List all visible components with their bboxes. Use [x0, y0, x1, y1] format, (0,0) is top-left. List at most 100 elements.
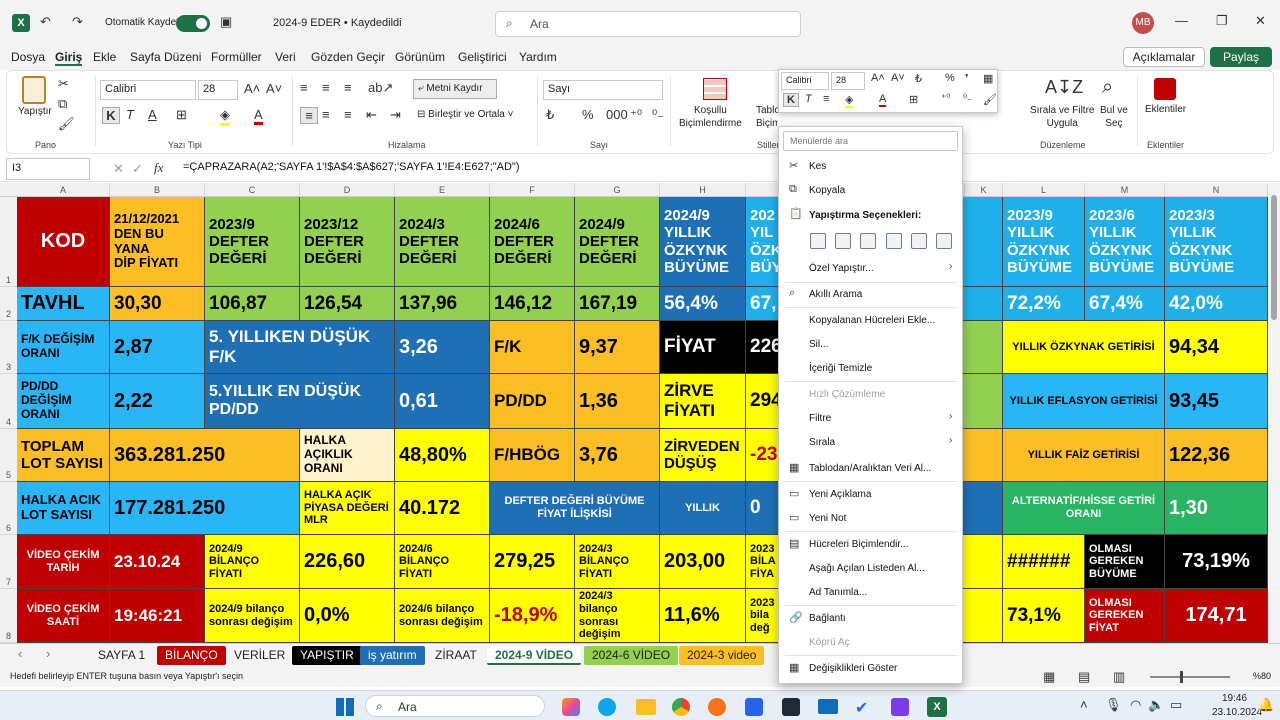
- row-header[interactable]: 3: [0, 321, 17, 374]
- menu-insert[interactable]: Ekle: [93, 50, 116, 64]
- menu-new-note[interactable]: Yeni Not: [809, 513, 846, 524]
- battery-icon[interactable]: ▭: [1170, 697, 1182, 713]
- comma-icon[interactable]: 000: [606, 107, 628, 122]
- row-header[interactable]: 1: [0, 197, 17, 287]
- cell[interactable]: TOPLAM LOT SAYISI: [17, 429, 110, 482]
- comma-icon[interactable]: ❜: [965, 72, 969, 85]
- column-header[interactable]: F: [490, 183, 575, 197]
- maximize-icon[interactable]: ❐: [1216, 13, 1228, 29]
- column-header[interactable]: D: [300, 183, 395, 197]
- paste-icon[interactable]: [22, 76, 46, 104]
- addins-icon[interactable]: [1154, 78, 1176, 100]
- copy-icon[interactable]: ⧉: [58, 96, 67, 112]
- column-header[interactable]: G: [575, 183, 660, 197]
- italic-icon[interactable]: T: [805, 93, 812, 105]
- cell[interactable]: HALKA AÇIK PİYASA DEĞERİ MLR: [300, 482, 395, 535]
- number-format-select[interactable]: Sayı: [543, 80, 663, 100]
- cell[interactable]: TAVHL: [17, 287, 110, 321]
- cell[interactable]: YILLIK FAİZ GETİRİSİ: [1003, 429, 1165, 482]
- cell[interactable]: 126,54: [300, 287, 395, 321]
- find-select-icon[interactable]: ⌕: [1102, 76, 1113, 99]
- zoom-level[interactable]: %80: [1253, 671, 1271, 681]
- shrink-font-icon[interactable]: A˅: [891, 72, 905, 84]
- undo-icon[interactable]: ↶: [40, 14, 51, 30]
- font-size-select[interactable]: 28: [198, 80, 238, 100]
- cell[interactable]: YILLIK ÖZKYNAK GETİRİSİ: [1003, 321, 1165, 374]
- cell[interactable]: 9,37: [575, 321, 660, 374]
- align-right-icon[interactable]: ≡: [344, 107, 352, 122]
- menu-pick-list[interactable]: Aşağı Açılan Listeden Al...: [809, 563, 925, 574]
- cell[interactable]: 3,76: [575, 429, 660, 482]
- row-header[interactable]: 4: [0, 374, 17, 429]
- format-as-table-button[interactable]: Tablo Biçimlendir: [756, 104, 778, 130]
- cell[interactable]: 3,26: [395, 321, 490, 374]
- cell[interactable]: 137,96: [395, 287, 490, 321]
- menu-delete[interactable]: Sil...: [809, 339, 828, 350]
- excel-taskbar-icon[interactable]: X: [927, 697, 947, 717]
- save-icon[interactable]: ▣: [220, 14, 232, 30]
- cell[interactable]: 2,22: [110, 374, 205, 429]
- sheet-tab[interactable]: VERİLER: [226, 646, 294, 665]
- menu-link[interactable]: Bağlantı: [809, 613, 846, 624]
- border-icon[interactable]: ⊞: [176, 107, 187, 123]
- merge-center-button[interactable]: ⊟ Birleştir ve Ortala ˅: [413, 107, 531, 125]
- search-box[interactable]: ⌕ Ara: [495, 11, 801, 37]
- column-header[interactable]: K: [965, 183, 1003, 197]
- redo-icon[interactable]: ↷: [72, 14, 83, 30]
- align-middle-icon[interactable]: ≡: [322, 80, 330, 95]
- mini-size-select[interactable]: 28: [831, 72, 865, 90]
- font-color-icon[interactable]: A: [254, 107, 263, 125]
- cell[interactable]: 2023/12 DEFTER DEĞERİ: [300, 197, 395, 287]
- align-center-icon[interactable]: ≡: [823, 93, 829, 105]
- bold-icon[interactable]: K: [783, 93, 799, 107]
- cell[interactable]: 21/12/2021 DEN BU YANA DİP FİYATI: [110, 197, 205, 287]
- fill-color-icon[interactable]: ◈: [845, 93, 854, 108]
- cell[interactable]: 73,1%: [1003, 589, 1085, 643]
- cell[interactable]: 2024/3 bilanço sonrası değişim: [575, 589, 660, 643]
- menu-format-cells[interactable]: Hücreleri Biçimlendir...: [809, 539, 908, 550]
- conditional-format-button[interactable]: Koşullu Biçimlendirme: [679, 104, 742, 130]
- microphone-icon[interactable]: 🎙: [1105, 697, 1122, 713]
- menu-show-changes[interactable]: Değişiklikleri Göster: [809, 663, 897, 674]
- cell[interactable]: 1,36: [575, 374, 660, 429]
- cell[interactable]: 2023/9 YILLIK ÖZKYNK BÜYÜME: [1003, 197, 1085, 287]
- cut-icon[interactable]: ✂: [58, 76, 69, 92]
- menu-data[interactable]: Veri: [275, 50, 296, 64]
- menu-help[interactable]: Yardım: [519, 50, 557, 64]
- cell[interactable]: 11,6%: [660, 589, 746, 643]
- cell[interactable]: 5.YILLIK EN DÜŞÜK PD/DD: [205, 374, 395, 429]
- tray-arrow-icon[interactable]: ˄: [1080, 697, 1088, 712]
- cell[interactable]: F/K DEĞİŞİM ORANI: [17, 321, 110, 374]
- paste-formulas-icon[interactable]: [860, 233, 876, 249]
- menu-sort[interactable]: Sırala: [809, 437, 835, 448]
- row-header[interactable]: 7: [0, 535, 17, 589]
- wifi-icon[interactable]: ◠: [1130, 697, 1141, 713]
- paste-button[interactable]: Yapıştır: [18, 106, 52, 117]
- cell[interactable]: 56,4%: [660, 287, 746, 321]
- cell[interactable]: 167,19: [575, 287, 660, 321]
- menu-formulas[interactable]: Formüller: [211, 50, 262, 64]
- align-bottom-icon[interactable]: ≡: [344, 80, 352, 95]
- cell[interactable]: KOD: [17, 197, 110, 287]
- fill-color-icon[interactable]: ◈: [220, 107, 230, 126]
- windows-start-icon[interactable]: [336, 698, 354, 716]
- addins-button[interactable]: Eklentiler: [1145, 104, 1186, 115]
- menu-smart-lookup[interactable]: Akıllı Arama: [809, 289, 862, 300]
- cell[interactable]: OLMASI GEREKEN FİYAT: [1085, 589, 1165, 643]
- menu-new-comment[interactable]: Yeni Açıklama: [809, 489, 871, 500]
- notification-icon[interactable]: 🔔: [1258, 697, 1274, 713]
- cell[interactable]: 174,71: [1165, 589, 1268, 643]
- decrease-indent-icon[interactable]: ⇤: [366, 107, 377, 123]
- wrap-text-button[interactable]: ⤶ Metni Kaydır: [413, 79, 497, 99]
- menu-insert-copied[interactable]: Kopyalanan Hücreleri Ekle...: [809, 315, 935, 326]
- cell[interactable]: 2024/3 BİLANÇO FİYATI: [575, 535, 660, 589]
- cell[interactable]: 106,87: [205, 287, 300, 321]
- photos-icon[interactable]: [745, 698, 763, 716]
- menu-cut[interactable]: Kes: [809, 161, 826, 172]
- zoom-slider[interactable]: [1150, 671, 1230, 683]
- sheet-tab[interactable]: 2024-9 VİDEO: [487, 646, 582, 665]
- cell[interactable]: 146,12: [490, 287, 575, 321]
- format-painter-icon[interactable]: 🖌: [58, 116, 75, 132]
- enter-formula-icon[interactable]: ✓: [132, 161, 143, 177]
- column-header[interactable]: B: [110, 183, 205, 197]
